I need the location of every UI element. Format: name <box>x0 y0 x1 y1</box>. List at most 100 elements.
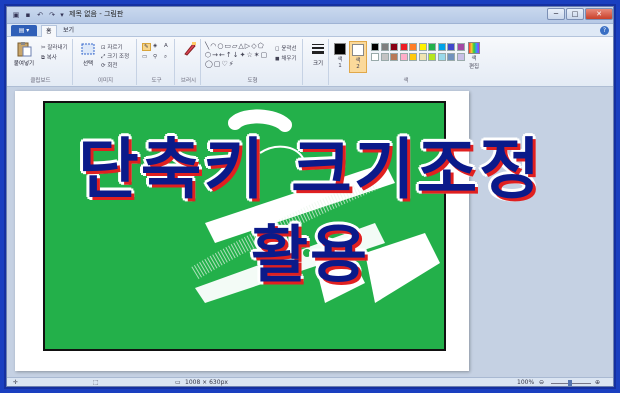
colors-group-label: 색 <box>403 78 409 84</box>
palette-swatch[interactable] <box>399 43 408 51</box>
image-group: 선택 ⊡ 자르기 ⤢ 크기 조정 ⟳ 회전 이미지 <box>75 39 137 85</box>
resize-label: 크기 조정 <box>107 54 130 60</box>
text-icon: A <box>164 43 168 49</box>
overlay-title-line2: 활용 <box>250 218 370 291</box>
color2-label: 색2 <box>355 58 361 70</box>
color1-swatch <box>334 43 346 55</box>
edit-colors-icon <box>468 42 480 54</box>
pencil-icon: ✎ <box>144 44 149 50</box>
palette-swatch[interactable] <box>390 43 398 51</box>
palette-swatch[interactable] <box>428 43 436 51</box>
color-picker-tool[interactable]: ⚲ <box>153 54 157 60</box>
customize-quick-access-icon[interactable]: ▾ <box>57 10 67 20</box>
eraser-tool[interactable]: ▭ <box>142 54 147 60</box>
crop-button[interactable]: ⊡ 자르기 <box>101 43 123 51</box>
palette-swatch[interactable] <box>418 53 427 61</box>
overlay-title-line1: 단축키 크기조정 <box>77 131 543 208</box>
magnifier-tool[interactable]: ⌕ <box>164 54 167 61</box>
redo-icon[interactable]: ↷ <box>47 10 57 20</box>
tab-home[interactable]: 홈 <box>41 25 57 37</box>
fill-tool[interactable]: ◈ <box>153 43 157 49</box>
shapes-gallery-row2[interactable]: ⬡→←↑↓✦☆✶▢ <box>205 51 268 59</box>
cut-label: 잘라내기 <box>47 45 68 51</box>
fill-dropdown[interactable]: ◼ 채우기 <box>275 54 297 62</box>
eraser-icon: ▭ <box>142 54 148 60</box>
palette-swatch[interactable] <box>390 53 398 61</box>
shapes-gallery-icon: ╲◠○▭▱△▷◇⬠ <box>205 42 265 50</box>
eyedropper-icon: ⚲ <box>153 54 158 60</box>
palette-swatch[interactable] <box>447 43 455 51</box>
pencil-tool[interactable]: ✎ <box>142 43 151 51</box>
fill-label: 채우기 <box>281 56 297 62</box>
size-label: 크기 <box>312 61 324 67</box>
palette-swatch[interactable] <box>371 53 379 61</box>
select-icon <box>81 43 95 55</box>
zoom-in-button[interactable]: ⊕ <box>595 379 600 386</box>
color2-button[interactable]: 색2 <box>349 41 367 73</box>
paste-icon <box>17 42 32 57</box>
save-icon[interactable]: ▪ <box>23 10 33 20</box>
color1-button[interactable]: 색1 <box>333 43 347 69</box>
maximize-button[interactable]: □ <box>566 8 584 20</box>
zoom-level: 100% <box>517 379 535 386</box>
undo-icon[interactable]: ↶ <box>35 10 45 20</box>
resize-button[interactable]: ⤢ 크기 조정 <box>101 52 129 61</box>
palette-swatch[interactable] <box>380 53 389 61</box>
selection-size-icon: ⬚ <box>93 379 99 386</box>
palette-swatch[interactable] <box>456 43 465 51</box>
select-button[interactable]: 선택 <box>75 41 101 67</box>
status-bar: ✛ ⬚ ▭ 1008 × 630px 100% ⊖ ⊕ <box>7 377 613 386</box>
size-button[interactable]: 크기 <box>305 41 331 67</box>
tools-group-label: 도구 <box>151 78 162 84</box>
palette-swatch[interactable] <box>456 53 465 61</box>
paste-button[interactable]: 붙여넣기 <box>11 41 37 67</box>
tab-view[interactable]: 보기 <box>59 25 78 37</box>
palette-swatch[interactable] <box>428 53 436 61</box>
line-size-icon <box>312 44 324 54</box>
clipboard-group: 붙여넣기 ✂ 잘라내기 ⧉ 복사 클립보드 <box>9 39 73 85</box>
minimize-button[interactable]: ─ <box>547 8 565 20</box>
title-bar: ▣ ▪ ↶ ↷ ▾ 제목 없음 - 그림판 ─ □ ✕ <box>7 7 613 24</box>
shapes-gallery-row2-icon: ⬡→←↑↓✦☆✶▢ <box>205 51 269 59</box>
copy-button[interactable]: ⧉ 복사 <box>41 53 57 62</box>
zoom-out-button[interactable]: ⊖ <box>539 379 544 386</box>
outline-label: 윤곽선 <box>281 46 297 52</box>
file-menu-button[interactable]: ▤ ▾ <box>11 25 37 36</box>
palette-swatch[interactable] <box>371 43 379 51</box>
palette-swatch[interactable] <box>437 53 446 61</box>
help-icon[interactable]: ? <box>600 26 609 35</box>
edit-colors-button[interactable]: 색 편집 <box>467 42 481 70</box>
rotate-button[interactable]: ⟳ 회전 <box>101 61 117 69</box>
copy-label: 복사 <box>46 55 57 61</box>
select-label: 선택 <box>82 61 94 67</box>
ribbon: 붙여넣기 ✂ 잘라내기 ⧉ 복사 클립보드 선택 ⊡ 자르기 ⤢ 크기 조정 ⟳… <box>7 37 613 87</box>
palette-swatch[interactable] <box>437 43 446 51</box>
clipboard-group-label: 클립보드 <box>30 78 51 84</box>
zoom-slider-thumb[interactable] <box>568 380 572 386</box>
outline-dropdown[interactable]: ◻ 윤곽선 <box>275 44 297 52</box>
magnifier-icon: ⌕ <box>164 54 168 60</box>
close-button[interactable]: ✕ <box>585 8 613 20</box>
tools-group: ✎ ◈ A ▭ ⚲ ⌕ 도구 <box>139 39 175 85</box>
size-group: 크기 <box>305 39 329 85</box>
brushes-group: 브러시 <box>177 39 201 85</box>
paste-label: 붙여넣기 <box>13 61 35 67</box>
palette-swatch[interactable] <box>447 53 455 61</box>
canvas-dimensions: 1008 × 630px <box>185 379 228 386</box>
palette-swatch[interactable] <box>409 53 417 61</box>
text-tool[interactable]: A <box>164 43 168 49</box>
app-menu-icon[interactable]: ▣ <box>11 10 21 20</box>
cut-button[interactable]: ✂ 잘라내기 <box>41 43 68 51</box>
shapes-gallery-row3-icon: ◯▢♡⚡ <box>205 60 235 68</box>
brushes-button[interactable] <box>177 41 203 59</box>
crop-label: 자르기 <box>107 45 123 51</box>
palette-swatch[interactable] <box>380 43 389 51</box>
window-title: 제목 없음 - 그림판 <box>69 10 124 18</box>
edit-colors-label: 색 편집 <box>468 56 480 70</box>
shapes-gallery-row3[interactable]: ◯▢♡⚡ <box>205 60 235 68</box>
palette-swatch[interactable] <box>399 53 408 61</box>
palette-swatch[interactable] <box>418 43 427 51</box>
cursor-position-icon: ✛ <box>13 379 19 386</box>
palette-swatch[interactable] <box>409 43 417 51</box>
shapes-gallery[interactable]: ╲◠○▭▱△▷◇⬠ <box>205 42 265 50</box>
